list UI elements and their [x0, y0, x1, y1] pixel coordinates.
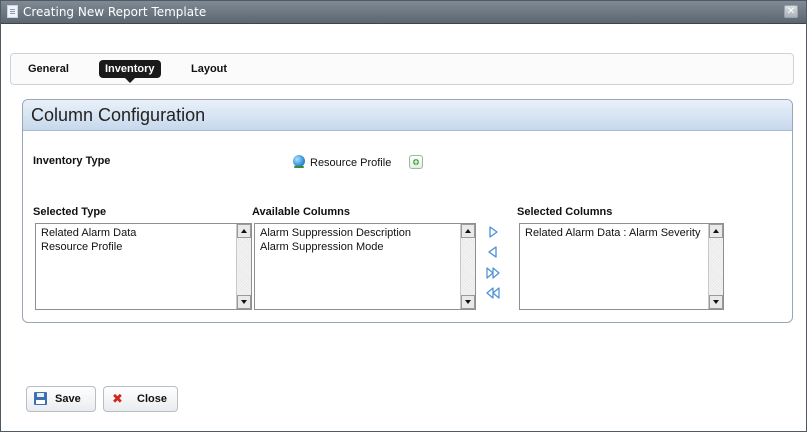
- panel-title: Column Configuration: [23, 100, 792, 131]
- close-button-label: Close: [137, 393, 167, 405]
- column-configuration-panel: Column Configuration Inventory Type Reso…: [22, 99, 793, 323]
- inventory-type-value: Resource Profile: [310, 157, 392, 169]
- selected-type-list[interactable]: Related Alarm Data Resource Profile: [35, 223, 252, 310]
- list-item[interactable]: Alarm Suppression Description: [260, 227, 411, 239]
- selected-columns-list[interactable]: Related Alarm Data : Alarm Severity: [519, 223, 724, 310]
- title-bar[interactable]: Creating New Report Template ✕: [1, 1, 806, 24]
- move-right-icon[interactable]: [486, 225, 500, 239]
- scrollbar[interactable]: [236, 224, 251, 309]
- close-icon[interactable]: ✕: [784, 5, 798, 18]
- available-columns-label: Available Columns: [252, 206, 351, 218]
- save-button[interactable]: Save: [26, 386, 96, 412]
- scroll-up-icon[interactable]: [237, 224, 251, 238]
- scrollbar[interactable]: [708, 224, 723, 309]
- available-columns-list[interactable]: Alarm Suppression Description Alarm Supp…: [254, 223, 476, 310]
- close-x-icon: ✖: [112, 391, 123, 406]
- tab-bar: General Inventory Layout: [10, 53, 794, 85]
- document-icon: [7, 5, 18, 18]
- dialog-title: Creating New Report Template: [23, 5, 207, 19]
- scroll-up-icon[interactable]: [461, 224, 475, 238]
- move-all-right-icon[interactable]: [486, 266, 500, 280]
- floppy-disk-icon: [34, 392, 47, 405]
- scroll-up-icon[interactable]: [709, 224, 723, 238]
- move-left-icon[interactable]: [486, 245, 500, 259]
- list-item[interactable]: Resource Profile: [41, 241, 122, 253]
- close-button[interactable]: ✖ Close: [103, 386, 178, 412]
- selected-columns-label: Selected Columns: [517, 206, 613, 218]
- scroll-down-icon[interactable]: [237, 295, 251, 309]
- tab-general[interactable]: General: [22, 60, 75, 78]
- save-button-label: Save: [55, 393, 81, 405]
- scroll-down-icon[interactable]: [709, 295, 723, 309]
- scroll-down-icon[interactable]: [461, 295, 475, 309]
- move-all-left-icon[interactable]: [486, 286, 500, 300]
- list-item[interactable]: Alarm Suppression Mode: [260, 241, 384, 253]
- selected-type-label: Selected Type: [33, 206, 107, 218]
- add-icon[interactable]: [409, 155, 423, 169]
- tab-inventory[interactable]: Inventory: [99, 60, 161, 83]
- list-item[interactable]: Related Alarm Data : Alarm Severity: [525, 227, 700, 239]
- report-template-dialog: Creating New Report Template ✕ General I…: [0, 0, 807, 432]
- tab-layout[interactable]: Layout: [185, 60, 233, 78]
- globe-icon: [293, 155, 305, 168]
- scrollbar[interactable]: [460, 224, 475, 309]
- inventory-type-label: Inventory Type: [33, 155, 111, 167]
- list-item[interactable]: Related Alarm Data: [41, 227, 136, 239]
